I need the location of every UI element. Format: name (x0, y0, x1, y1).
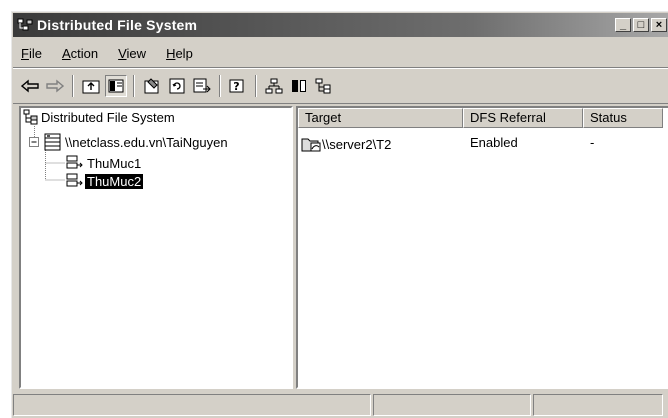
svg-text:?: ? (233, 80, 239, 93)
refresh-button[interactable] (166, 75, 188, 97)
forward-arrow-icon (46, 79, 64, 93)
help-icon: ? (229, 79, 244, 93)
status-bar (13, 394, 668, 418)
maximize-button[interactable]: □ (633, 18, 649, 32)
dfs-snapin-icon (23, 109, 39, 125)
new-link-icon (315, 78, 331, 94)
menu-action[interactable]: Action (62, 46, 98, 61)
show-hide-console-tree-button[interactable] (105, 75, 127, 97)
dfs-link-icon (65, 154, 85, 172)
tree-label-link-1: ThuMuc1 (87, 155, 142, 171)
column-header-status[interactable]: Status (583, 108, 663, 128)
cell-status: - (590, 135, 595, 150)
table-row[interactable]: \\server2\T2 (300, 135, 391, 153)
columns-button[interactable] (288, 75, 310, 97)
menu-file-accel: F (21, 45, 29, 61)
status-panel-2 (373, 394, 531, 416)
toolbar: ? (13, 69, 668, 104)
toolbar-separator (72, 75, 74, 97)
menu-action-label: ction (70, 45, 99, 61)
column-header-dfs-referral[interactable]: DFS Referral (463, 108, 583, 128)
menu-file[interactable]: File (21, 46, 42, 61)
status-panel-main (13, 394, 371, 416)
properties-icon (144, 78, 159, 94)
toolbar-separator (255, 75, 257, 97)
status-panel-3 (533, 394, 663, 416)
new-root-button[interactable] (263, 75, 285, 97)
menu-help-label: elp (175, 45, 193, 61)
up-one-level-button[interactable] (80, 75, 102, 97)
minimize-button[interactable]: _ (615, 18, 631, 32)
toolbar-separator (133, 75, 135, 97)
up-folder-icon (82, 80, 100, 94)
menu-view-label: iew (126, 45, 147, 61)
details-list[interactable]: Target DFS Referral Status \\server2\T2 … (296, 106, 668, 389)
tree-label-link-2-selected: ThuMuc2 (85, 173, 144, 189)
tree-node-dfs-share[interactable]: \\netclass.edu.vn\TaiNguyen (29, 133, 230, 151)
close-button[interactable]: × (651, 18, 667, 32)
back-arrow-icon (21, 79, 39, 93)
cell-dfs-referral: Enabled (470, 135, 518, 150)
toolbar-separator (219, 75, 221, 97)
menu-file-label: ile (28, 45, 42, 61)
new-link-button[interactable] (313, 75, 335, 97)
dfs-window: Distributed File System _ □ × File Actio… (10, 10, 668, 418)
menu-view[interactable]: View (118, 46, 146, 61)
column-header-target[interactable]: Target (298, 108, 463, 128)
tree-label-dfs-root: \\netclass.edu.vn\TaiNguyen (65, 134, 228, 150)
menu-action-accel: A (61, 45, 71, 61)
dfs-root-server-icon (43, 133, 63, 151)
export-list-button[interactable] (191, 75, 213, 97)
tree-label-root: Distributed File System (41, 109, 175, 125)
help-button[interactable]: ? (227, 75, 249, 97)
menu-bar: File Action View Help (13, 39, 668, 68)
forward-button[interactable] (44, 75, 66, 97)
refresh-icon (169, 78, 185, 94)
tree-node-dfs-root[interactable]: Distributed File System (23, 109, 177, 125)
columns-icon (292, 80, 306, 92)
cell-target: \\server2\T2 (322, 136, 392, 152)
window-title: Distributed File System (37, 17, 198, 33)
tree-node-link-1[interactable]: ThuMuc1 (65, 154, 143, 172)
menu-help[interactable]: Help (166, 46, 193, 61)
menu-view-accel: V (118, 45, 127, 61)
collapse-minus-icon[interactable] (29, 136, 40, 148)
console-tree[interactable]: Distributed File System \\netclass.edu.v… (19, 106, 293, 389)
dfs-app-icon (17, 17, 33, 33)
export-list-icon (193, 78, 211, 93)
show-hide-tree-icon (108, 79, 124, 93)
title-bar[interactable]: Distributed File System _ □ × (13, 13, 668, 37)
back-button[interactable] (19, 75, 41, 97)
dfs-link-icon (65, 172, 85, 190)
properties-button[interactable] (141, 75, 163, 97)
tree-node-link-2[interactable]: ThuMuc2 (65, 172, 144, 190)
replica-target-icon (300, 135, 322, 153)
new-root-icon (265, 78, 283, 94)
